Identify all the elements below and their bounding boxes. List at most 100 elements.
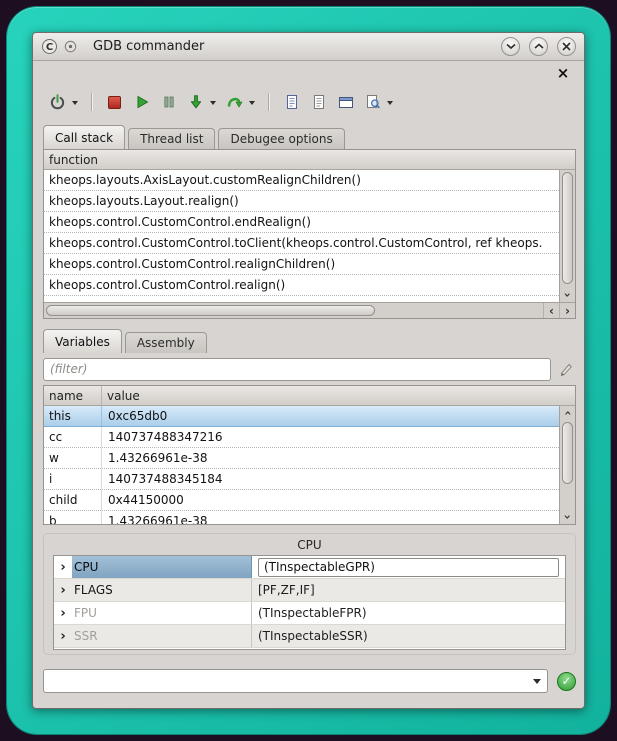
variable-row[interactable]: cc 140737488347216 xyxy=(44,427,575,448)
scroll-up-icon[interactable]: › xyxy=(560,406,575,420)
callstack-row[interactable]: kheops.layouts.AxisLayout.customRealignC… xyxy=(44,170,559,191)
cpu-row[interactable]: › FPU (TInspectableFPR) xyxy=(54,602,565,625)
variable-row[interactable]: b 1.43266961e-38 xyxy=(44,511,575,524)
scroll-left-icon[interactable]: ‹ xyxy=(543,303,559,318)
cpu-row-name[interactable]: SSR xyxy=(72,625,252,647)
watch-dropdown-arrow[interactable] xyxy=(384,89,395,115)
step-over-button[interactable] xyxy=(222,89,247,115)
chevron-down-icon xyxy=(506,43,516,50)
toolbar xyxy=(45,87,397,117)
power-dropdown-arrow[interactable] xyxy=(69,89,80,115)
chevron-up-icon xyxy=(534,43,544,50)
run-button[interactable] xyxy=(129,89,154,115)
step-into-button[interactable] xyxy=(183,89,208,115)
step-over-icon xyxy=(226,94,243,110)
variable-value: 1.43266961e-38 xyxy=(102,448,575,468)
variable-name: w xyxy=(44,448,102,468)
cpu-row[interactable]: › SSR (TInspectableSSR) xyxy=(54,625,565,648)
window-frame: C GDB commander × xyxy=(7,7,610,734)
close-button[interactable] xyxy=(557,37,576,56)
column-header-function[interactable]: function xyxy=(44,150,98,169)
variable-row-selected[interactable]: this 0xc65db0 xyxy=(44,406,575,427)
cpu-groupbox-title: CPU xyxy=(44,538,575,552)
callstack-vertical-scrollbar[interactable]: › xyxy=(559,170,575,302)
power-icon xyxy=(49,94,66,111)
callstack-row[interactable]: kheops.control.CustomControl.toClient(kh… xyxy=(44,233,559,254)
variable-name: child xyxy=(44,490,102,510)
step-over-dropdown-arrow[interactable] xyxy=(246,89,257,115)
variable-value: 0xc65db0 xyxy=(102,406,575,426)
close-icon xyxy=(562,42,571,51)
expander-icon[interactable]: › xyxy=(54,602,72,624)
cpu-row-name[interactable]: FPU xyxy=(72,602,252,624)
tab-thread-list[interactable]: Thread list xyxy=(128,128,215,149)
variable-value: 1.43266961e-38 xyxy=(102,511,575,524)
panel-close-icon[interactable]: × xyxy=(555,65,571,81)
callstack-horizontal-scrollbar[interactable]: ‹ › xyxy=(44,302,575,318)
cpu-value-editor[interactable]: (TInspectableGPR) xyxy=(258,558,559,577)
chevron-down-icon[interactable] xyxy=(527,670,547,692)
top-tab-bar: Call stack Thread list Debugee options xyxy=(43,125,348,149)
run-icon xyxy=(134,94,150,110)
callstack-row[interactable]: kheops.control.CustomControl.realign() xyxy=(44,275,559,296)
tab-call-stack[interactable]: Call stack xyxy=(43,125,125,149)
scroll-down-icon[interactable]: › xyxy=(560,510,575,524)
maximize-button[interactable] xyxy=(529,37,548,56)
expander-icon[interactable]: › xyxy=(54,579,72,601)
watch-icon xyxy=(365,94,381,110)
scroll-down-icon[interactable]: › xyxy=(560,288,575,302)
column-header-value[interactable]: value xyxy=(102,386,575,405)
titlebar[interactable]: C GDB commander xyxy=(33,33,584,61)
expander-icon[interactable]: › xyxy=(54,625,72,647)
step-into-dropdown-arrow[interactable] xyxy=(207,89,218,115)
variable-row[interactable]: i 140737488345184 xyxy=(44,469,575,490)
scrollbar-thumb[interactable] xyxy=(562,172,573,284)
window-title: GDB commander xyxy=(93,39,204,54)
scrollbar-thumb[interactable] xyxy=(562,422,573,484)
scroll-right-icon[interactable]: › xyxy=(559,303,575,318)
toolbar-separator xyxy=(268,93,270,111)
cpu-row[interactable]: › FLAGS [PF,ZF,IF] xyxy=(54,579,565,602)
variable-name: cc xyxy=(44,427,102,447)
confirm-icon[interactable]: ✓ xyxy=(557,672,576,691)
callstack-row[interactable]: kheops.layouts.Layout.realign() xyxy=(44,191,559,212)
power-button[interactable] xyxy=(45,89,70,115)
command-row: ✓ xyxy=(43,669,576,693)
command-input[interactable] xyxy=(44,670,527,692)
variable-value: 0x44150000 xyxy=(102,490,575,510)
gdb-commander-window: C GDB commander × xyxy=(32,32,585,709)
cpu-row-selected[interactable]: › CPU (TInspectableGPR) xyxy=(54,556,565,579)
column-header-name[interactable]: name xyxy=(44,386,102,405)
window-icon xyxy=(338,95,354,110)
callstack-row[interactable]: kheops.control.CustomControl.realignChil… xyxy=(44,254,559,275)
doc-button[interactable] xyxy=(279,89,304,115)
list-button[interactable] xyxy=(306,89,331,115)
window-menu-icon[interactable] xyxy=(64,40,77,53)
expander-icon[interactable]: › xyxy=(54,556,72,578)
callstack-panel: function kheops.layouts.AxisLayout.custo… xyxy=(43,149,576,319)
command-combobox[interactable] xyxy=(43,669,548,693)
cpu-row-name[interactable]: FLAGS xyxy=(72,579,252,601)
scrollbar-thumb[interactable] xyxy=(46,305,375,316)
variable-value: 140737488345184 xyxy=(102,469,575,489)
variable-row[interactable]: w 1.43266961e-38 xyxy=(44,448,575,469)
filter-input[interactable] xyxy=(43,358,551,381)
pause-button[interactable] xyxy=(156,89,181,115)
minimize-button[interactable] xyxy=(501,37,520,56)
tab-variables[interactable]: Variables xyxy=(43,329,122,353)
svg-text:C: C xyxy=(46,42,53,53)
variable-row[interactable]: child 0x44150000 xyxy=(44,490,575,511)
tab-assembly[interactable]: Assembly xyxy=(125,332,207,353)
cpu-row-name[interactable]: CPU xyxy=(72,556,252,578)
cpu-row-value: (TInspectableSSR) xyxy=(252,625,565,647)
callstack-rows: kheops.layouts.AxisLayout.customRealignC… xyxy=(44,170,559,302)
stop-button[interactable] xyxy=(102,89,127,115)
stop-icon xyxy=(108,96,121,109)
variables-vertical-scrollbar[interactable]: › › xyxy=(559,406,575,524)
watch-button[interactable] xyxy=(360,89,385,115)
tab-debugee-options[interactable]: Debugee options xyxy=(218,128,344,149)
filter-edit-icon[interactable] xyxy=(556,359,576,379)
toolbar-separator xyxy=(91,93,93,111)
callstack-row[interactable]: kheops.control.CustomControl.endRealign(… xyxy=(44,212,559,233)
window-button[interactable] xyxy=(333,89,358,115)
